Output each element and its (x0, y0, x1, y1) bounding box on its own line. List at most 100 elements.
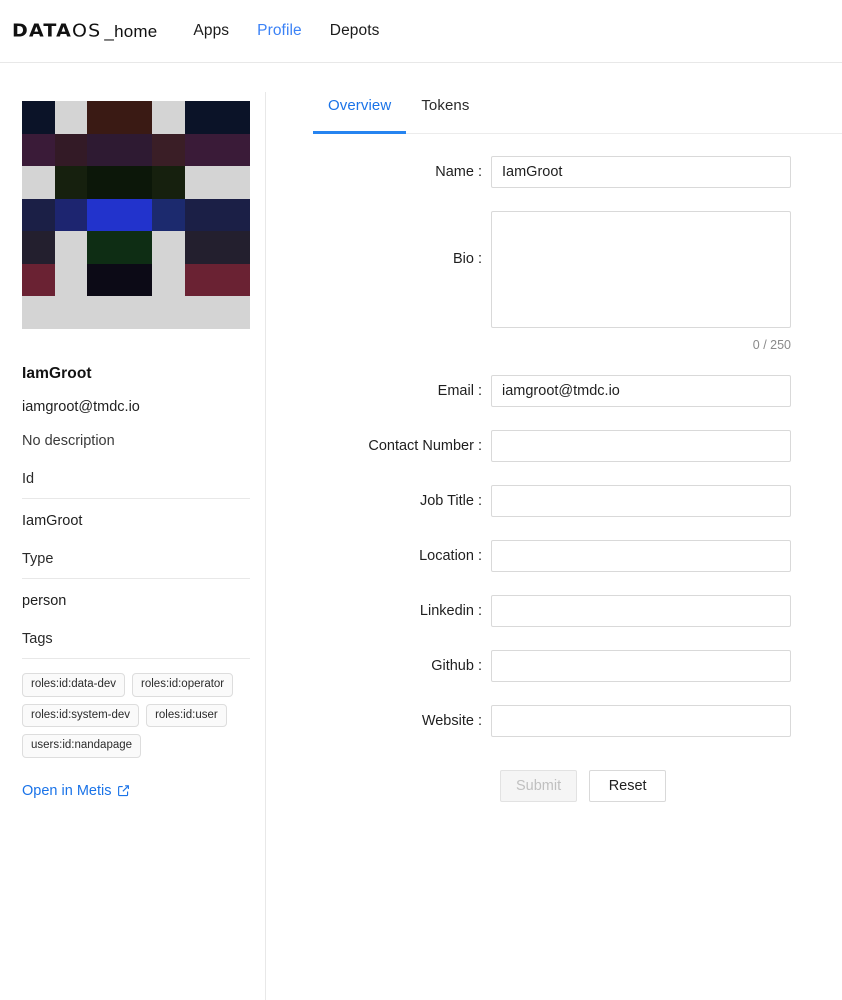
avatar-cell (22, 166, 55, 199)
avatar-cell (152, 263, 185, 297)
logo-text-home: _home (104, 22, 158, 41)
avatar-cell (184, 101, 218, 134)
avatar-cell (87, 133, 120, 167)
tag-chip[interactable]: roles:id:system-dev (22, 703, 140, 728)
avatar-cell (22, 296, 55, 329)
avatar-cell (87, 101, 120, 134)
sidebar-user-description: No description (22, 433, 115, 449)
avatar-cell (184, 263, 218, 297)
avatar-cell (217, 101, 250, 134)
avatar-cell (87, 198, 120, 232)
avatar-cell (217, 263, 250, 297)
label-email: Email : (437, 383, 482, 399)
profile-page: DATA OS _home Apps Profile Depots IamGroo… (0, 0, 842, 1000)
dataos-logo[interactable]: DATA OS _home (12, 20, 157, 42)
avatar-cell (184, 166, 218, 199)
avatar-cell (217, 296, 250, 329)
form-row-job-title: Job Title : (266, 485, 842, 517)
avatar-cell (152, 133, 185, 167)
tab-tokens[interactable]: Tokens (406, 97, 484, 134)
avatar-cell (119, 133, 153, 167)
form-row-location: Location : (266, 540, 842, 572)
avatar-cell (119, 101, 153, 134)
avatar-cell (87, 166, 120, 199)
label-bio: Bio : (452, 251, 482, 267)
linkedin-input[interactable] (491, 595, 791, 627)
tag-chip[interactable]: roles:id:user (146, 703, 227, 728)
label-name: Name : (435, 164, 482, 180)
logo-text-os: OS (72, 20, 102, 42)
sidebar-field-id: Id IamGroot (22, 471, 250, 529)
bio-character-counter: 0 / 250 (752, 338, 791, 352)
form-row-email: Email : (266, 375, 842, 407)
avatar-cell (184, 198, 218, 232)
form-row-bio: Bio : 0 / 250 (266, 211, 842, 352)
avatar-cell (184, 133, 218, 167)
form-row-linkedin: Linkedin : (266, 595, 842, 627)
profile-sidebar: IamGroot iamgroot@tmdc.io No description… (0, 63, 266, 1000)
sidebar-field-id-label: Id (22, 471, 35, 487)
profile-main-panel: Overview Tokens Name : Bio : 0 / 250 Ema… (266, 63, 842, 1000)
profile-tabs: Overview Tokens (266, 97, 842, 134)
avatar-cell (152, 198, 185, 232)
form-row-github: Github : (266, 650, 842, 682)
main-nav: Apps Profile Depots (193, 22, 379, 40)
avatar-cell (152, 166, 185, 199)
avatar-cell (217, 166, 250, 199)
avatar-cell (217, 198, 250, 232)
sidebar-field-tags: Tags roles:id:data-dev roles:id:operator r… (22, 631, 250, 758)
avatar-cell (22, 263, 55, 297)
identicon-avatar (22, 101, 250, 329)
open-in-metis-link[interactable]: Open in Metis (22, 783, 130, 799)
website-input[interactable] (491, 705, 791, 737)
avatar-cell (54, 198, 88, 232)
github-input[interactable] (491, 650, 791, 682)
nav-item-depots[interactable]: Depots (330, 22, 380, 40)
avatar-cell (54, 231, 88, 264)
profile-form: Name : Bio : 0 / 250 Email : Conta (266, 156, 842, 802)
name-input[interactable] (491, 156, 791, 188)
avatar-cell (22, 133, 55, 167)
avatar-cell (54, 133, 88, 167)
avatar-cell (119, 296, 153, 329)
sidebar-user-name: IamGroot (22, 365, 92, 382)
sidebar-field-type-label: Type (22, 551, 54, 567)
avatar-cell (54, 263, 88, 297)
label-github: Github : (431, 658, 482, 674)
sidebar-field-type: Type person (22, 551, 250, 609)
avatar-cell (54, 101, 88, 134)
avatar-cell (119, 198, 153, 232)
tag-chip[interactable]: roles:id:operator (132, 673, 234, 697)
divider (22, 658, 250, 659)
avatar-cell (152, 101, 185, 134)
location-input[interactable] (491, 540, 791, 572)
job-title-input[interactable] (491, 485, 791, 517)
form-row-name: Name : (266, 156, 842, 188)
avatar-cell (54, 296, 88, 329)
nav-item-profile[interactable]: Profile (257, 22, 302, 40)
avatar-cell (152, 296, 185, 329)
contact-number-input[interactable] (491, 430, 791, 462)
bio-textarea[interactable] (491, 211, 791, 328)
email-input[interactable] (491, 375, 791, 407)
app-header: DATA OS _home Apps Profile Depots (0, 0, 842, 63)
tag-chip[interactable]: roles:id:data-dev (22, 673, 126, 697)
label-linkedin: Linkedin : (419, 603, 482, 619)
sidebar-field-id-value: IamGroot (22, 513, 83, 529)
avatar-cell (184, 296, 218, 329)
avatar-cell (217, 133, 250, 167)
avatar-cell (119, 263, 153, 297)
avatar-cell (87, 296, 120, 329)
nav-item-apps[interactable]: Apps (193, 22, 229, 40)
avatar-cell (87, 263, 120, 297)
submit-button[interactable]: Submit (500, 770, 578, 802)
avatar-cell (22, 198, 55, 232)
avatar-cell (87, 231, 120, 264)
sidebar-field-tags-label: Tags (22, 631, 53, 647)
tag-list: roles:id:data-dev roles:id:operator roles:… (22, 673, 258, 758)
tab-overview[interactable]: Overview (313, 97, 407, 134)
tag-chip[interactable]: users:id:nandapage (22, 734, 142, 758)
label-contact-number: Contact Number : (368, 438, 482, 454)
reset-button[interactable]: Reset (589, 770, 667, 802)
form-row-contact-number: Contact Number : (266, 430, 842, 462)
